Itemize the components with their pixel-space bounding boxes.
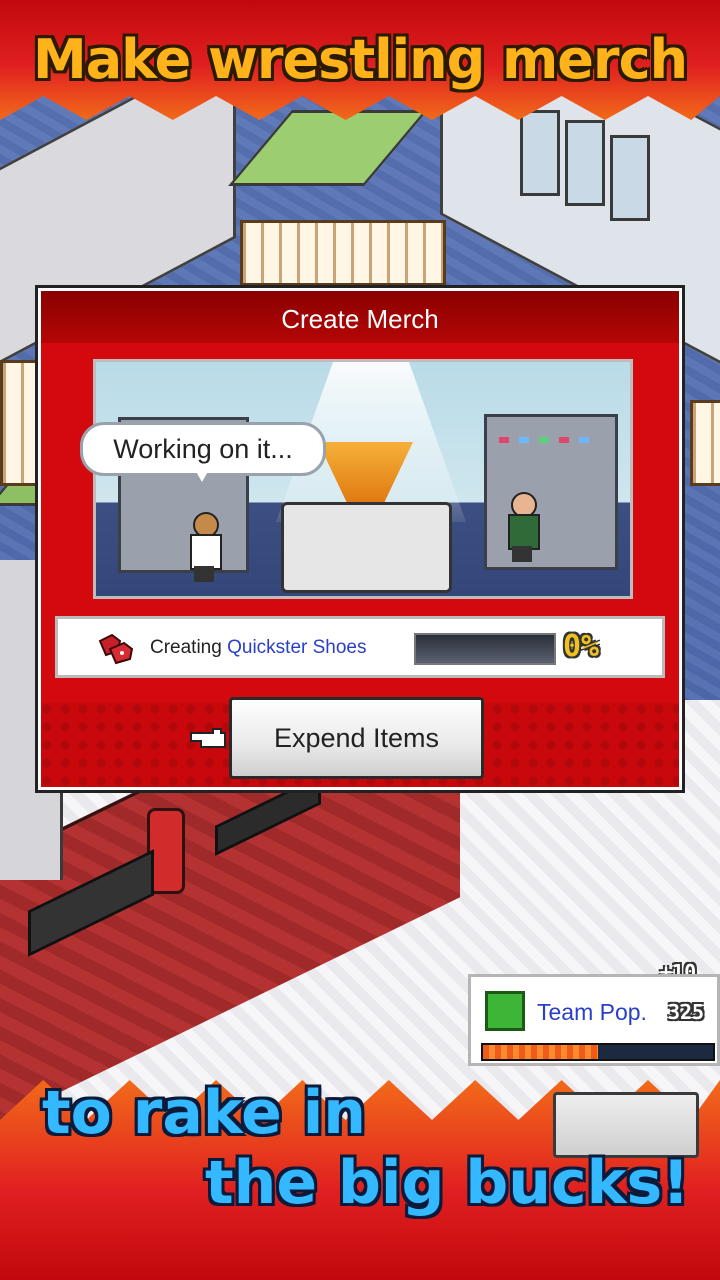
merch-machine <box>281 502 452 593</box>
progress-label: Creating Quickster Shoes <box>150 637 367 659</box>
progress-prefix: Creating <box>150 637 222 658</box>
team-pop-bar-fill <box>483 1045 598 1059</box>
factory-scene <box>93 359 633 599</box>
progress-percent: 0% <box>563 629 600 664</box>
muscle-icon <box>485 991 525 1031</box>
dialog-title: Create Merch <box>41 291 679 343</box>
shoes-icon <box>98 633 134 665</box>
manager-character <box>506 492 540 562</box>
background-window <box>610 135 650 221</box>
background-shoji <box>240 220 446 286</box>
merch-item-name: Quickster Shoes <box>227 637 367 658</box>
create-merch-dialog: Create Merch Creating Quickster Shoes 0%… <box>35 285 685 793</box>
speech-bubble-tail <box>194 468 210 482</box>
team-pop-panel: Team Pop. 325 <box>468 974 720 1066</box>
team-pop-label: Team Pop. <box>537 999 647 1025</box>
background-shoji <box>690 400 720 486</box>
team-pop-bar <box>481 1043 715 1061</box>
creation-progress-box: Creating Quickster Shoes 0% <box>55 616 665 678</box>
server-rack-right <box>484 414 618 570</box>
bottom-banner-line1: to rake in <box>42 1078 367 1148</box>
team-pop-value: 325 <box>661 999 711 1025</box>
background-window <box>520 110 560 196</box>
expend-items-button[interactable]: Expend Items <box>229 697 484 779</box>
progress-bar <box>414 633 556 665</box>
worker-character <box>188 512 222 582</box>
bottom-banner-line2: the big bucks! <box>205 1148 690 1218</box>
background-window <box>565 120 605 206</box>
pointing-hand-icon <box>190 728 226 748</box>
top-banner-text: Make wrestling merch <box>32 28 688 91</box>
